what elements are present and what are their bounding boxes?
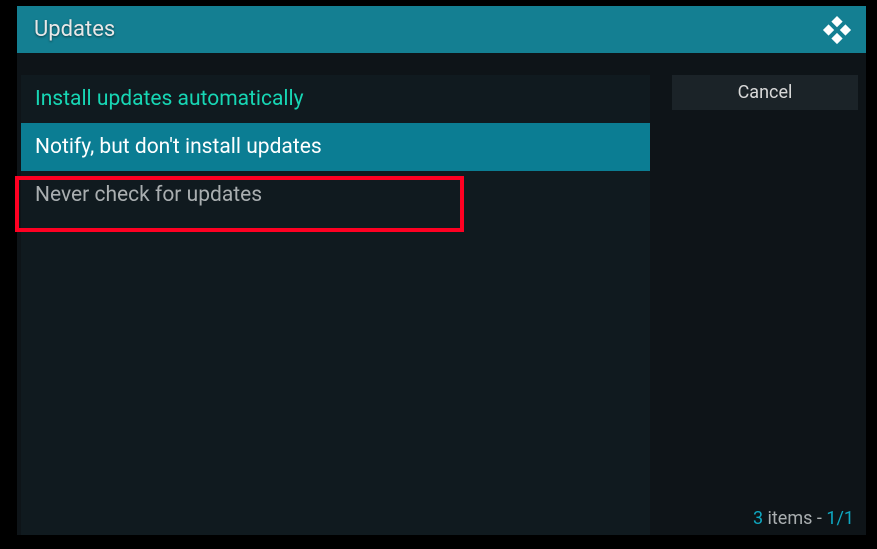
options-list: Install updates automatically Notify, bu… bbox=[21, 75, 650, 535]
cancel-label: Cancel bbox=[738, 82, 793, 103]
option-notify-dont-install[interactable]: Notify, but don't install updates bbox=[21, 123, 650, 171]
items-label: items - bbox=[763, 508, 826, 529]
footer-status: 3 items - 1/1 bbox=[753, 508, 854, 529]
option-label: Install updates automatically bbox=[35, 87, 304, 111]
dialog-title: Updates bbox=[34, 17, 115, 42]
option-label: Never check for updates bbox=[35, 183, 262, 207]
dialog-sidebar: Cancel bbox=[650, 75, 866, 535]
dialog-content: Install updates automatically Notify, bu… bbox=[17, 53, 866, 535]
option-label: Notify, but don't install updates bbox=[35, 135, 322, 159]
page-indicator: 1/1 bbox=[826, 508, 854, 529]
option-install-automatically[interactable]: Install updates automatically bbox=[21, 75, 650, 123]
titlebar: Updates bbox=[17, 6, 866, 53]
updates-dialog: Updates Install updates automatically No… bbox=[17, 6, 866, 535]
option-never-check[interactable]: Never check for updates bbox=[21, 171, 650, 219]
cancel-button[interactable]: Cancel bbox=[672, 75, 858, 110]
item-count: 3 bbox=[753, 508, 763, 529]
kodi-logo-icon bbox=[822, 15, 852, 45]
